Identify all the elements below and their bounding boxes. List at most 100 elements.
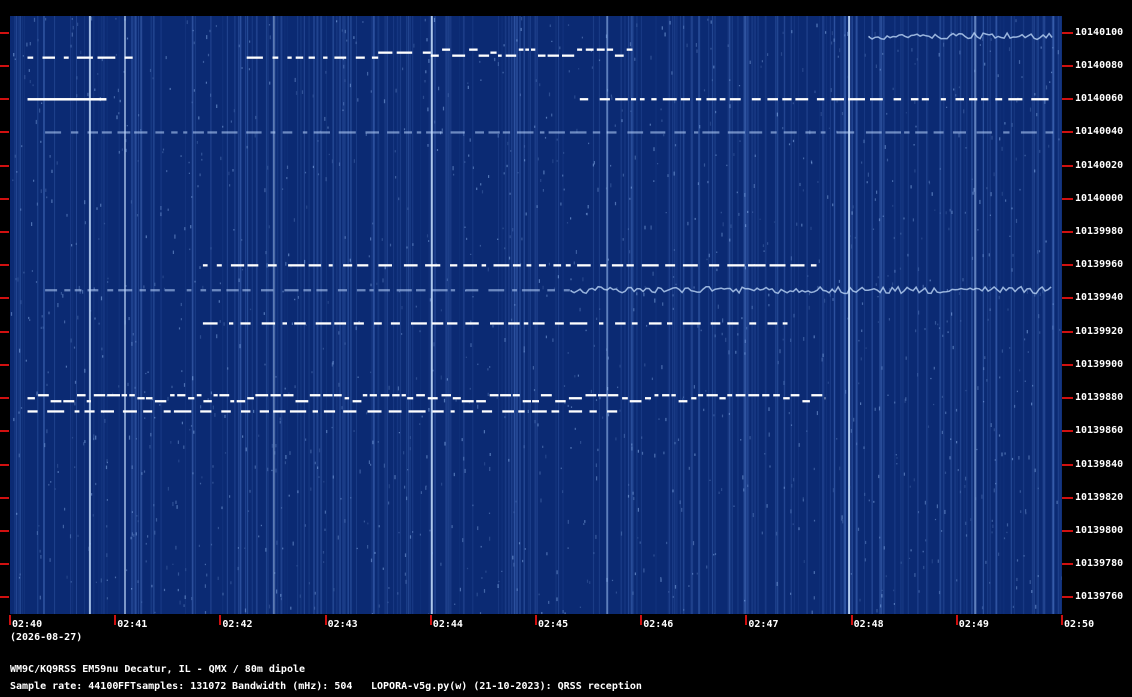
noise-speck [28,69,30,72]
freq-label: 10139940 [1075,292,1124,304]
noise-speck [357,376,359,379]
noise-speck [751,305,753,310]
signal-segment [518,410,525,413]
signal-segment [463,264,477,267]
time-tick [1061,615,1063,625]
noise-speck [265,547,267,552]
signal-segment [865,131,882,134]
noise-speck [607,258,609,261]
noise-speck [401,306,403,310]
noise-speck [344,79,346,83]
freq-label: 10139860 [1075,425,1124,437]
noise-streak [371,16,373,614]
noise-speck [181,370,183,373]
noise-speck [668,591,670,593]
noise-speck [896,463,898,465]
noise-speck [359,469,361,474]
noise-speck [39,108,41,113]
noise-speck [442,106,445,111]
noise-speck [409,535,412,539]
noise-streak [698,16,700,614]
time-tick [640,615,643,625]
signal-segment [396,289,412,292]
noise-speck [714,334,716,338]
signal-segment [219,394,230,397]
noise-speck [14,58,16,60]
signal-segment [373,322,382,325]
noise-streak [316,16,319,614]
noise-speck [304,259,306,264]
time-label: 02:47 [748,619,779,630]
noise-speck [228,171,230,176]
signal-segment [562,54,575,57]
noise-speck [641,451,644,455]
signal-segment [155,131,165,134]
signal-segment [164,289,175,292]
signal-segment [933,131,944,134]
noise-speck [504,338,506,342]
noise-speck [468,154,470,157]
signal-segment [207,131,218,134]
noise-speck [761,60,763,63]
noise-speck [984,62,986,66]
noise-streak [21,16,23,614]
signal-segment [790,394,800,397]
signal-segment [502,131,511,134]
noise-speck [998,295,1000,300]
signal-segment [599,98,610,101]
noise-speck [808,305,810,310]
noise-speck [764,453,766,455]
noise-speck [1018,60,1021,64]
noise-streak [386,16,388,614]
noise-speck [922,550,924,553]
noise-speck [282,290,284,293]
noise-speck [409,447,411,451]
noise-speck [46,196,48,199]
signal-segment [230,264,245,267]
noise-speck [264,188,266,193]
noise-speck [636,292,638,296]
noise-speck [740,439,742,441]
noise-speck [881,594,883,598]
noise-speck [237,547,239,549]
signal-segment [577,264,591,267]
noise-speck [665,417,667,422]
signal-segment [129,394,135,397]
noise-speck [845,389,847,394]
noise-speck [440,309,442,312]
noise-speck [975,497,977,501]
noise-speck [138,114,140,117]
signal-segment [727,264,745,267]
noise-speck [89,542,91,545]
signal-segment [288,264,305,267]
noise-speck [304,524,306,527]
noise-speck [149,445,151,449]
noise-speck [595,534,597,539]
noise-speck [294,385,296,389]
noise-speck [1039,292,1041,297]
noise-speck [18,411,20,414]
noise-streak [1033,16,1035,614]
freq-tick [0,64,9,67]
noise-speck [981,36,984,41]
signal-segment [719,98,726,101]
noise-speck [306,205,308,209]
noise-streak [926,16,928,614]
noise-speck [1012,605,1014,608]
noise-speck [387,601,389,604]
noise-speck [145,542,147,545]
noise-speck [831,31,833,36]
noise-speck [280,597,282,601]
signal-segment [824,397,826,400]
noise-speck [426,455,428,459]
noise-speck [1024,380,1026,382]
noise-streak [824,16,825,614]
noise-speck [141,601,143,603]
noise-speck [827,195,829,199]
signal-segment [323,410,336,413]
noise-streak [222,16,224,614]
noise-speck [1024,154,1026,157]
noise-streak [399,16,402,614]
noise-speck [587,205,589,209]
noise-streak [16,16,17,614]
